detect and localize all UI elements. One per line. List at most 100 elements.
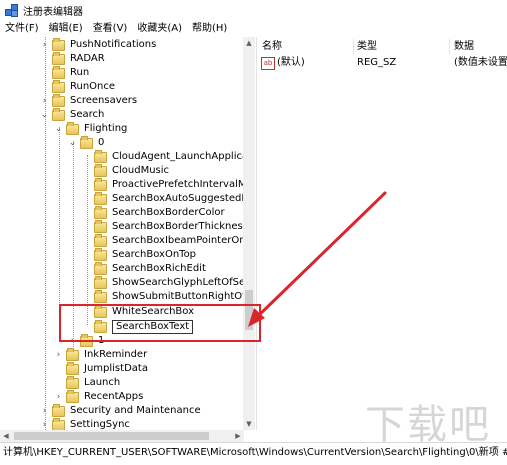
key-tree-pane[interactable]: › PushNotifications RADAR Run RunOnce › … bbox=[0, 37, 257, 430]
tree-item-cloudmusic[interactable]: CloudMusic bbox=[82, 163, 170, 178]
tree-item-label: SearchBoxBorderColor bbox=[112, 207, 225, 218]
tree-item-searchboxibeampointer[interactable]: SearchBoxIbeamPointerOnH bbox=[82, 233, 254, 248]
scroll-thumb[interactable] bbox=[14, 432, 209, 440]
folder-icon bbox=[52, 51, 65, 65]
folder-icon bbox=[94, 289, 107, 303]
rename-key-input[interactable]: SearchBoxText bbox=[112, 320, 194, 334]
folder-icon bbox=[94, 163, 107, 177]
tree-item-jumplistdata[interactable]: JumplistData bbox=[54, 361, 148, 376]
tree-item-recentapps[interactable]: › RecentApps bbox=[54, 389, 143, 404]
tree-item-label: InkReminder bbox=[84, 349, 148, 360]
value-row[interactable]: ab (默认) REG_SZ (数值未设置 bbox=[257, 56, 507, 70]
menu-view[interactable]: 查看(V) bbox=[88, 20, 133, 37]
tree-item-label: 0 bbox=[98, 137, 105, 148]
folder-icon bbox=[52, 403, 65, 417]
folder-icon bbox=[66, 389, 79, 403]
menu-file[interactable]: 文件(F) bbox=[0, 20, 44, 37]
chevron-right-icon[interactable]: › bbox=[40, 404, 49, 418]
tree-item-searchboxrichedit[interactable]: SearchBoxRichEdit bbox=[82, 261, 206, 276]
chevron-right-icon[interactable]: › bbox=[54, 348, 63, 362]
tree-item-label: 1 bbox=[98, 335, 105, 346]
tree-item-label: CloudAgent_LaunchApplica bbox=[112, 151, 249, 162]
tree-item-label: SearchBoxAutoSuggestedF bbox=[112, 193, 248, 204]
scroll-right-icon[interactable]: ▶ bbox=[232, 430, 244, 442]
tree-item-label: CloudMusic bbox=[112, 165, 170, 176]
menu-bar: 文件(F) 编辑(E) 查看(V) 收藏夹(A) 帮助(H) bbox=[0, 20, 507, 37]
folder-icon bbox=[52, 417, 65, 430]
folder-icon bbox=[52, 107, 65, 121]
chevron-down-icon[interactable]: ⌄ bbox=[40, 108, 49, 122]
folder-icon bbox=[52, 93, 65, 107]
folder-icon bbox=[52, 65, 65, 79]
scroll-up-icon[interactable]: ▲ bbox=[243, 37, 255, 49]
tree-item-screensavers[interactable]: › Screensavers bbox=[40, 93, 137, 108]
tree-item-showsearchglyph[interactable]: ShowSearchGlyphLeftOfSea bbox=[82, 275, 252, 290]
tree-item-launch[interactable]: Launch bbox=[54, 375, 121, 390]
string-value-icon: ab bbox=[261, 57, 275, 70]
tree-item-security-maintenance[interactable]: › Security and Maintenance bbox=[40, 403, 201, 418]
tree-item-cloudagent[interactable]: CloudAgent_LaunchApplica bbox=[82, 149, 249, 164]
tree-item-label: Flighting bbox=[84, 123, 128, 134]
tree-item-inkreminder[interactable]: › InkReminder bbox=[54, 347, 148, 362]
window-title: 注册表编辑器 bbox=[23, 6, 83, 18]
chevron-right-icon[interactable]: › bbox=[40, 418, 49, 430]
folder-icon bbox=[94, 247, 107, 261]
folder-icon bbox=[52, 79, 65, 93]
chevron-right-icon[interactable]: › bbox=[54, 390, 63, 404]
column-header-data[interactable]: 数据 bbox=[454, 40, 474, 54]
folder-icon bbox=[66, 375, 79, 389]
tree-item-radar[interactable]: RADAR bbox=[40, 51, 105, 66]
chevron-down-icon[interactable]: ⌄ bbox=[54, 122, 63, 136]
tree-item-flighting[interactable]: ⌄ Flighting bbox=[54, 121, 128, 136]
value-type: REG_SZ bbox=[357, 57, 397, 68]
chevron-right-icon[interactable]: › bbox=[40, 38, 49, 52]
folder-icon bbox=[94, 191, 107, 205]
tree-horizontal-scrollbar[interactable]: ◀ ▶ bbox=[0, 430, 244, 442]
tree-item-label: SearchBoxRichEdit bbox=[112, 263, 206, 274]
tree-vertical-scrollbar[interactable]: ▲ ▼ bbox=[243, 37, 255, 430]
tree-item-0[interactable]: ⌄ 0 bbox=[68, 135, 105, 150]
folder-icon bbox=[94, 261, 107, 275]
chevron-right-icon[interactable]: › bbox=[68, 334, 77, 348]
tree-item-whitesearchbox[interactable]: WhiteSearchBox bbox=[82, 304, 194, 319]
tree-item-label: SearchBoxIbeamPointerOnH bbox=[112, 235, 254, 246]
tree-item-runonce[interactable]: RunOnce bbox=[40, 79, 115, 94]
status-bar: 计算机\HKEY_CURRENT_USER\SOFTWARE\Microsoft… bbox=[0, 442, 507, 465]
registry-editor-icon bbox=[5, 4, 18, 17]
tree-item-pushnotifications[interactable]: › PushNotifications bbox=[40, 37, 157, 52]
menu-help[interactable]: 帮助(H) bbox=[187, 20, 232, 37]
menu-favorites[interactable]: 收藏夹(A) bbox=[132, 20, 187, 37]
folder-icon bbox=[94, 149, 107, 163]
tree-item-label: SettingSync bbox=[70, 419, 130, 430]
tree-item-label: ShowSearchGlyphLeftOfSea bbox=[112, 277, 252, 288]
tree-item-search[interactable]: ⌄ Search bbox=[40, 107, 104, 122]
tree-item-label: ProactivePrefetchIntervalMi bbox=[112, 179, 250, 190]
tree-item-settingsync[interactable]: › SettingSync bbox=[40, 417, 130, 430]
tree-item-searchboxborderthickness[interactable]: SearchBoxBorderThickness bbox=[82, 219, 248, 234]
tree-item-label: PushNotifications bbox=[70, 39, 157, 50]
tree-item-label: Launch bbox=[84, 377, 121, 388]
tree-item-run[interactable]: Run bbox=[40, 65, 89, 80]
tree-item-searchboxtext-new[interactable]: SearchBoxText bbox=[82, 319, 194, 334]
chevron-down-icon[interactable]: ⌄ bbox=[68, 136, 77, 150]
tree-item-label: SearchBoxOnTop bbox=[112, 249, 197, 260]
scroll-down-icon[interactable]: ▼ bbox=[243, 418, 255, 430]
menu-edit[interactable]: 编辑(E) bbox=[44, 20, 88, 37]
value-name: (默认) bbox=[277, 57, 305, 68]
tree-item-searchboxbordercolor[interactable]: SearchBoxBorderColor bbox=[82, 205, 225, 220]
tree-item-searchboxontop[interactable]: SearchBoxOnTop bbox=[82, 247, 197, 262]
column-header-type[interactable]: 类型 bbox=[357, 40, 377, 54]
scroll-left-icon[interactable]: ◀ bbox=[0, 430, 12, 442]
chevron-right-icon[interactable]: › bbox=[40, 94, 49, 108]
tree-item-showsubmitbutton[interactable]: ShowSubmitButtonRightOfS bbox=[82, 289, 252, 304]
column-header-name[interactable]: 名称 bbox=[262, 40, 282, 54]
scroll-thumb[interactable] bbox=[245, 290, 253, 330]
value-data: (数值未设置 bbox=[454, 57, 507, 68]
folder-icon bbox=[94, 319, 107, 333]
tree-item-searchboxautosuggested[interactable]: SearchBoxAutoSuggestedF bbox=[82, 191, 248, 206]
tree-item-1[interactable]: › 1 bbox=[68, 333, 105, 348]
values-pane[interactable]: 名称 类型 数据 ab (默认) REG_SZ (数值未设置 bbox=[257, 37, 507, 442]
folder-icon bbox=[52, 37, 65, 51]
tree-item-proactiveprefetch[interactable]: ProactivePrefetchIntervalMi bbox=[82, 177, 250, 192]
folder-icon bbox=[80, 333, 93, 347]
